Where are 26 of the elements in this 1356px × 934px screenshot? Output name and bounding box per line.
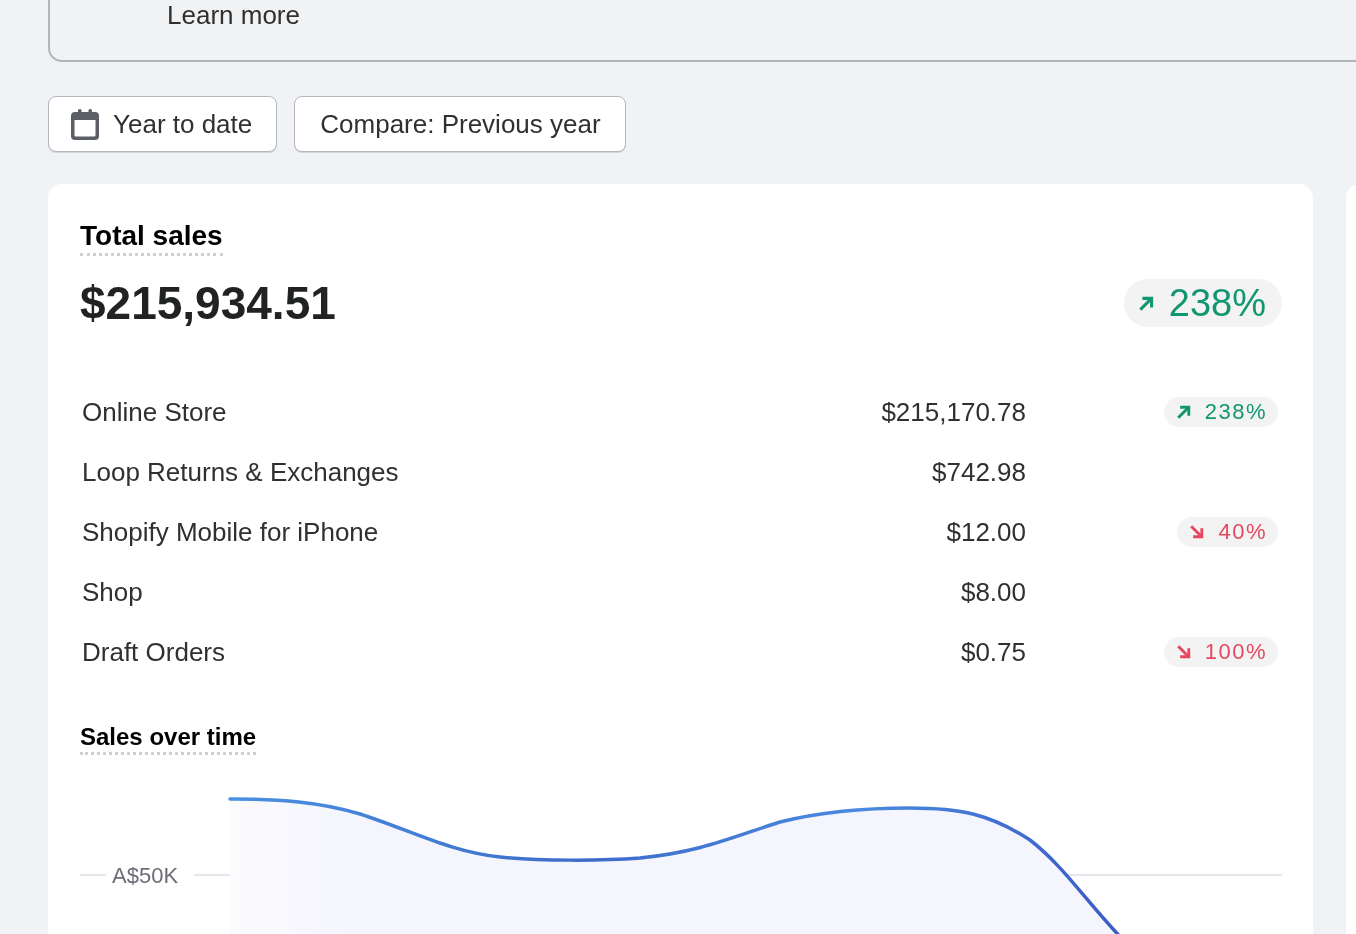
channel-amount: $215,170.78	[881, 396, 1026, 428]
arrow-down-right-icon	[1175, 644, 1192, 660]
channel-amount: $12.00	[946, 516, 1026, 548]
card-title: Total sales	[80, 219, 223, 256]
channel-amount: $0.75	[960, 636, 1026, 668]
channel-name: Loop Returns & Exchanges	[81, 456, 400, 488]
date-range-button[interactable]: Year to date	[48, 96, 278, 152]
compare-button[interactable]: Compare: Previous year	[294, 96, 626, 152]
calendar-icon	[71, 108, 99, 140]
arrow-down-right-icon	[1189, 524, 1206, 540]
chart-title: Sales over time	[80, 722, 257, 755]
channel-name: Online Store	[81, 396, 228, 428]
arrow-up-right-icon	[1175, 404, 1192, 420]
channel-name: Shop	[81, 576, 144, 608]
channel-amount: $742.98	[932, 456, 1026, 488]
channel-name: Shopify Mobile for iPhone	[81, 516, 380, 548]
total-value: $215,934.51	[80, 278, 336, 328]
change-badge: 100%	[1163, 637, 1278, 667]
arrow-up-right-icon	[1137, 294, 1155, 312]
axis-label: A$50K	[112, 863, 179, 888]
learn-more-link[interactable]: Learn more	[167, 0, 300, 30]
channel-amount: $8.00	[960, 576, 1026, 608]
change-badge: 40%	[1177, 517, 1278, 547]
change-badge: 238%	[1163, 397, 1278, 427]
change-badge: 238%	[1123, 279, 1282, 327]
channel-name: Draft Orders	[81, 636, 227, 668]
